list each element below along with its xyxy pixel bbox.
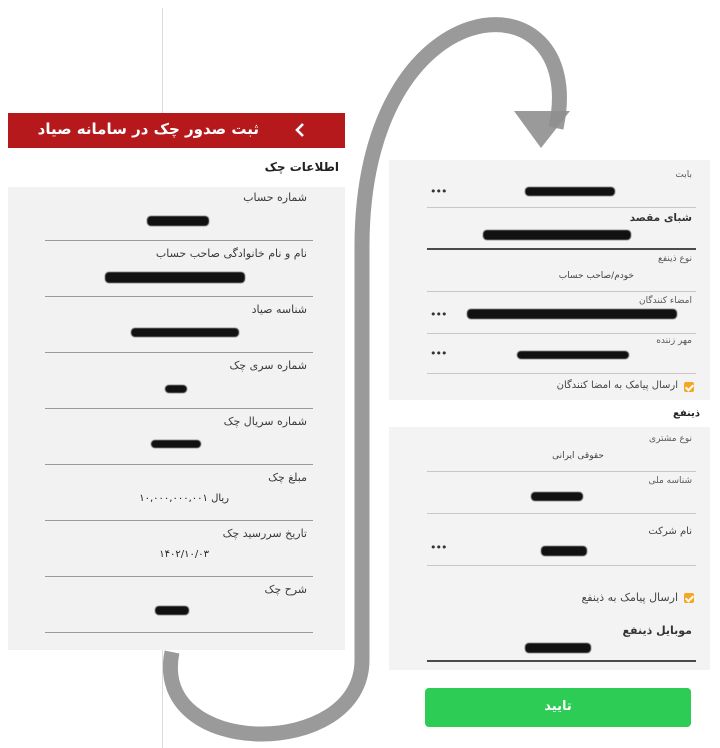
field-label: تاریخ سررسید چک	[222, 527, 307, 540]
field-label: نوع مشتری	[649, 434, 692, 444]
field-label: نام شرکت	[648, 526, 692, 537]
national-id-field[interactable]: شناسه ملی	[427, 474, 696, 514]
redaction-mark	[483, 230, 631, 240]
section-title: ذینفع	[673, 408, 700, 419]
sms-beneficiary-checkbox[interactable]	[684, 593, 694, 603]
payment-details-panel: بابت ••• شبای مقصد نوع ذینفع خودم/صاحب ح…	[389, 160, 710, 400]
more-options-icon[interactable]: •••	[430, 541, 447, 554]
confirm-button-label: تایید	[544, 699, 572, 714]
check-issue-panel: ثبت صدور چک در سامانه صیاد اطلاعات چک شم…	[8, 113, 345, 650]
beneficiary-mobile-field[interactable]: موبایل ذینفع	[427, 622, 696, 662]
field-label: امضاء کنندگان	[638, 296, 692, 306]
redaction-mark	[151, 440, 201, 448]
field-label: نوع ذینفع	[658, 254, 692, 264]
sms-signers-checkbox[interactable]	[684, 382, 694, 392]
due-date-field[interactable]: تاریخ سررسید چک ۱۴۰۲/۱۰/۰۳	[45, 523, 313, 579]
account-holder-field[interactable]: نام و نام خانوادگی صاحب حساب	[45, 243, 313, 299]
redaction-mark	[147, 216, 209, 226]
field-label: شناسه صیاد	[251, 303, 307, 316]
redaction-mark	[467, 309, 677, 319]
field-label: شماره سریال چک	[223, 415, 307, 428]
redaction-mark	[165, 385, 187, 393]
more-options-icon[interactable]: •••	[430, 308, 447, 321]
signers-field[interactable]: امضاء کنندگان	[427, 294, 696, 334]
redaction-mark	[131, 328, 239, 337]
due-date-value: ۱۴۰۲/۱۰/۰۳	[159, 549, 209, 560]
account-number-field[interactable]: شماره حساب	[45, 187, 313, 243]
check-serial-field[interactable]: شماره سریال چک	[45, 411, 313, 467]
field-label: شماره سری چک	[229, 359, 307, 372]
confirm-button[interactable]: تایید	[425, 688, 691, 727]
check-description-field[interactable]: شرح چک	[45, 579, 313, 635]
company-name-field[interactable]: نام شرکت	[427, 524, 696, 566]
more-options-icon[interactable]: •••	[430, 347, 447, 360]
redaction-mark	[517, 351, 629, 359]
redaction-mark	[525, 187, 615, 196]
redaction-mark	[541, 546, 587, 556]
check-series-field[interactable]: شماره سری چک	[45, 355, 313, 411]
beneficiary-type-field[interactable]: نوع ذینفع خودم/صاحب حساب	[427, 252, 696, 292]
chevron-left-icon[interactable]	[291, 121, 309, 139]
customer-type-value: حقوقی ایرانی	[552, 451, 604, 461]
field-label: موبایل ذینفع	[622, 624, 692, 637]
beneficiary-type-value: خودم/صاحب حساب	[558, 271, 634, 281]
field-label: مبلغ چک	[268, 471, 307, 484]
beneficiary-panel: ذینفع نوع مشتری حقوقی ایرانی شناسه ملی ن…	[389, 402, 710, 670]
sms-signers-label: ارسال پیامک به امضا کنندگان	[556, 380, 678, 391]
redaction-mark	[105, 272, 245, 283]
sms-beneficiary-label: ارسال پیامک به ذینفع	[581, 591, 678, 604]
more-options-icon[interactable]: •••	[430, 185, 447, 198]
field-label: نام و نام خانوادگی صاحب حساب	[155, 247, 307, 260]
stamper-field[interactable]: مهر زننده	[427, 334, 696, 374]
field-label: بابت	[675, 170, 692, 180]
field-label: شرح چک	[264, 583, 307, 596]
destination-sheba-field[interactable]: شبای مقصد	[427, 210, 696, 250]
check-amount-value: ۱۰,۰۰۰,۰۰۰,۰۰۱ ریال	[139, 493, 229, 504]
babat-field[interactable]: بابت	[427, 168, 696, 208]
check-amount-field[interactable]: مبلغ چک ۱۰,۰۰۰,۰۰۰,۰۰۱ ریال	[45, 467, 313, 523]
app-header: ثبت صدور چک در سامانه صیاد	[8, 113, 345, 148]
redaction-mark	[531, 492, 583, 501]
section-header: اطلاعات چک	[8, 148, 345, 187]
page-title: ثبت صدور چک در سامانه صیاد	[37, 120, 259, 138]
section-title: اطلاعات چک	[264, 160, 339, 174]
customer-type-field[interactable]: نوع مشتری حقوقی ایرانی	[427, 432, 696, 472]
redaction-mark	[155, 606, 189, 615]
sayad-id-field[interactable]: شناسه صیاد	[45, 299, 313, 355]
redaction-mark	[525, 643, 591, 653]
field-label: شناسه ملی	[648, 476, 692, 486]
field-label: شماره حساب	[243, 191, 307, 204]
field-label: شبای مقصد	[629, 212, 692, 224]
section-header: ذینفع	[389, 402, 710, 427]
field-label: مهر زننده	[656, 336, 692, 346]
